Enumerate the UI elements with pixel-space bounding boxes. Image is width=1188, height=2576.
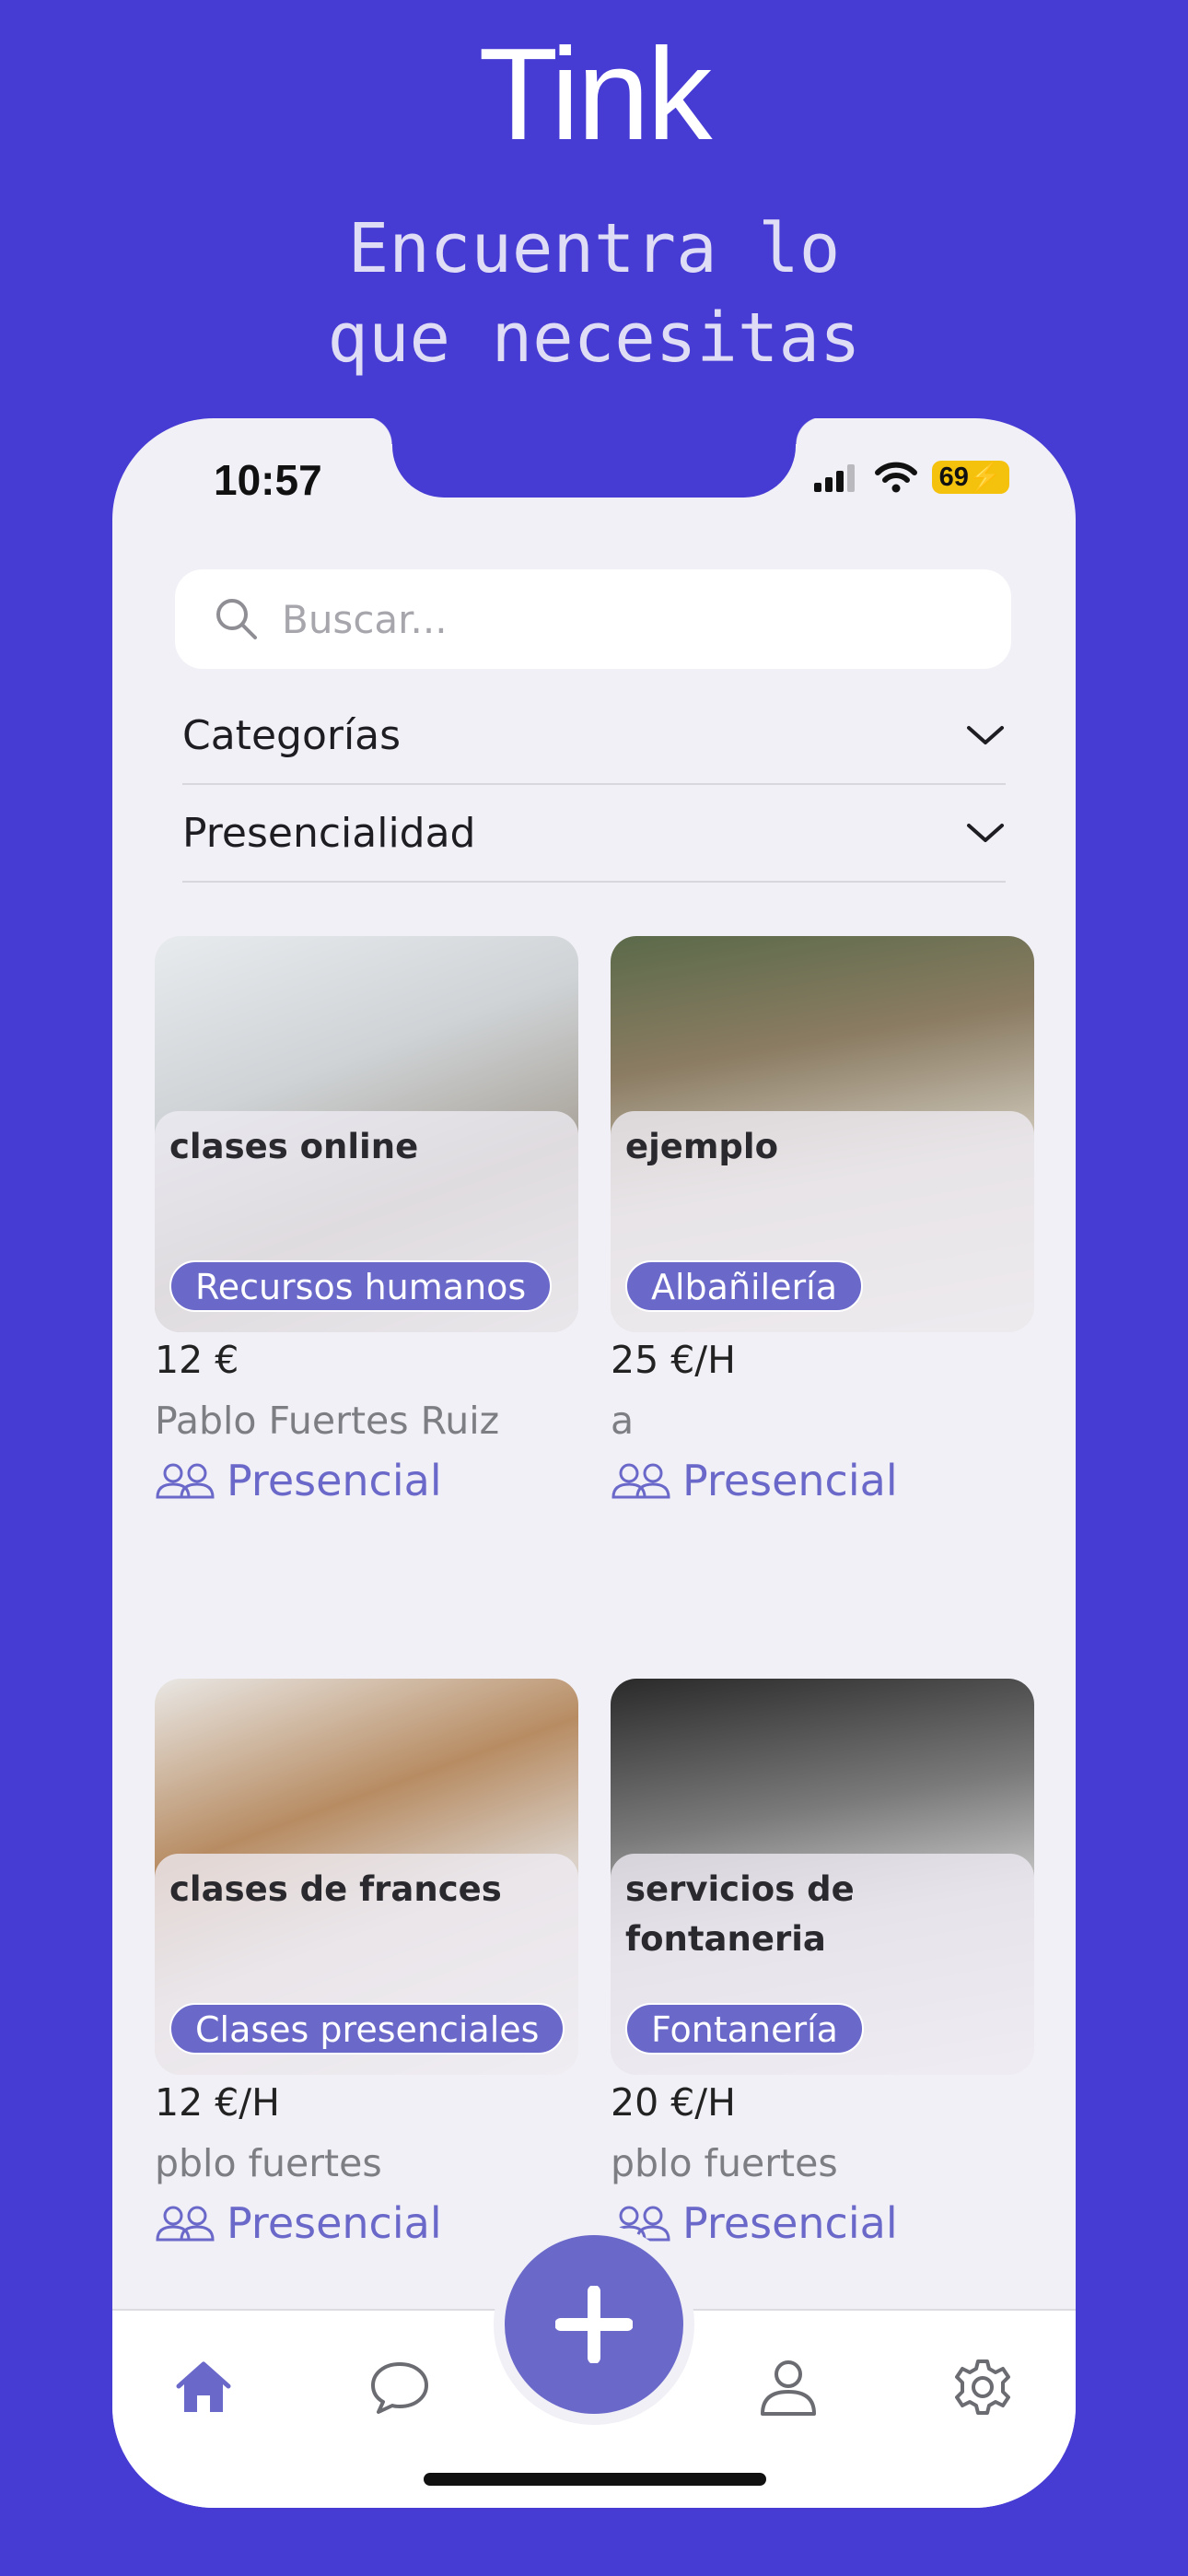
card-title: clases de frances bbox=[169, 1869, 502, 1909]
mode-label: Presencial bbox=[227, 1456, 442, 1505]
chevron-down-icon bbox=[967, 824, 1004, 842]
app-subtitle: Encuentra lo que necesitas bbox=[327, 209, 861, 378]
status-time: 10:57 bbox=[214, 456, 322, 504]
status-icons: 69⚡ bbox=[812, 461, 1009, 494]
search-input[interactable] bbox=[280, 595, 984, 643]
card-author: Pablo Fuertes Ruiz bbox=[155, 1399, 500, 1443]
card-price: 12 €/H bbox=[155, 2080, 280, 2125]
card-mode: Presencial bbox=[611, 2198, 898, 2248]
group-icon bbox=[156, 1463, 215, 1499]
category-chip: Clases presenciales bbox=[169, 2003, 565, 2055]
search-bar[interactable] bbox=[175, 569, 1011, 669]
chevron-down-icon bbox=[967, 726, 1004, 744]
notch bbox=[365, 418, 823, 498]
card-price: 12 € bbox=[155, 1338, 239, 1382]
settings-icon bbox=[955, 2359, 1010, 2415]
card-title: ejemplo bbox=[625, 1127, 779, 1166]
tab-home[interactable] bbox=[173, 2357, 234, 2421]
home-indicator bbox=[424, 2473, 766, 2486]
battery-level: 69 bbox=[938, 463, 969, 492]
signal-icon bbox=[813, 464, 855, 492]
home-icon bbox=[176, 2361, 231, 2412]
add-button[interactable] bbox=[505, 2235, 683, 2414]
card-image[interactable]: servicios de fontaneria Fontanería bbox=[611, 1679, 1034, 2075]
card-image[interactable]: ejemplo Albañilería bbox=[611, 936, 1034, 1332]
card-title: servicios de fontaneria bbox=[625, 1869, 855, 1959]
tab-chat[interactable] bbox=[368, 2357, 431, 2421]
service-card[interactable]: clases de frances Clases presenciales 12… bbox=[155, 1679, 578, 2248]
service-card[interactable]: ejemplo Albañilería 25 €/H a Presencial bbox=[611, 936, 1034, 1505]
card-price: 25 €/H bbox=[611, 1338, 736, 1382]
app-title: Tink bbox=[478, 21, 713, 168]
card-price: 20 €/H bbox=[611, 2080, 736, 2125]
filter-categorias[interactable]: Categorías bbox=[182, 687, 1006, 785]
mode-label: Presencial bbox=[227, 2198, 442, 2248]
card-image[interactable]: clases online Recursos humanos bbox=[155, 936, 578, 1332]
add-icon bbox=[555, 2286, 633, 2363]
mode-label: Presencial bbox=[682, 2198, 898, 2248]
charging-icon: ⚡ bbox=[968, 463, 1002, 492]
mode-label: Presencial bbox=[682, 1456, 898, 1505]
chat-icon bbox=[371, 2362, 428, 2414]
card-mode: Presencial bbox=[155, 2198, 442, 2248]
battery-indicator: 69⚡ bbox=[931, 461, 1009, 494]
card-author: pblo fuertes bbox=[155, 2141, 382, 2185]
tab-profile[interactable] bbox=[757, 2357, 820, 2421]
service-card[interactable]: clases online Recursos humanos 12 € Pabl… bbox=[155, 936, 578, 1505]
card-author: a bbox=[611, 1399, 635, 1443]
card-image[interactable]: clases de frances Clases presenciales bbox=[155, 1679, 578, 2075]
category-chip: Recursos humanos bbox=[169, 1260, 553, 1312]
search-icon bbox=[216, 599, 257, 639]
phone-screen: 10:57 69⚡ Categorías Presencialidad bbox=[112, 418, 1076, 2508]
filter-presencialidad[interactable]: Presencialidad bbox=[182, 785, 1006, 883]
group-icon bbox=[611, 1463, 670, 1499]
service-card[interactable]: servicios de fontaneria Fontanería 20 €/… bbox=[611, 1679, 1034, 2248]
wifi-icon bbox=[874, 462, 917, 493]
card-mode: Presencial bbox=[155, 1456, 442, 1505]
group-icon bbox=[156, 2206, 215, 2242]
filter-label: Presencialidad bbox=[182, 809, 476, 857]
tab-settings[interactable] bbox=[952, 2357, 1013, 2421]
card-mode: Presencial bbox=[611, 1456, 898, 1505]
profile-icon bbox=[761, 2360, 816, 2416]
category-chip: Fontanería bbox=[625, 2003, 864, 2055]
category-chip: Albañilería bbox=[625, 1260, 864, 1312]
card-author: pblo fuertes bbox=[611, 2141, 838, 2185]
filter-label: Categorías bbox=[182, 711, 402, 759]
card-title: clases online bbox=[169, 1127, 419, 1166]
